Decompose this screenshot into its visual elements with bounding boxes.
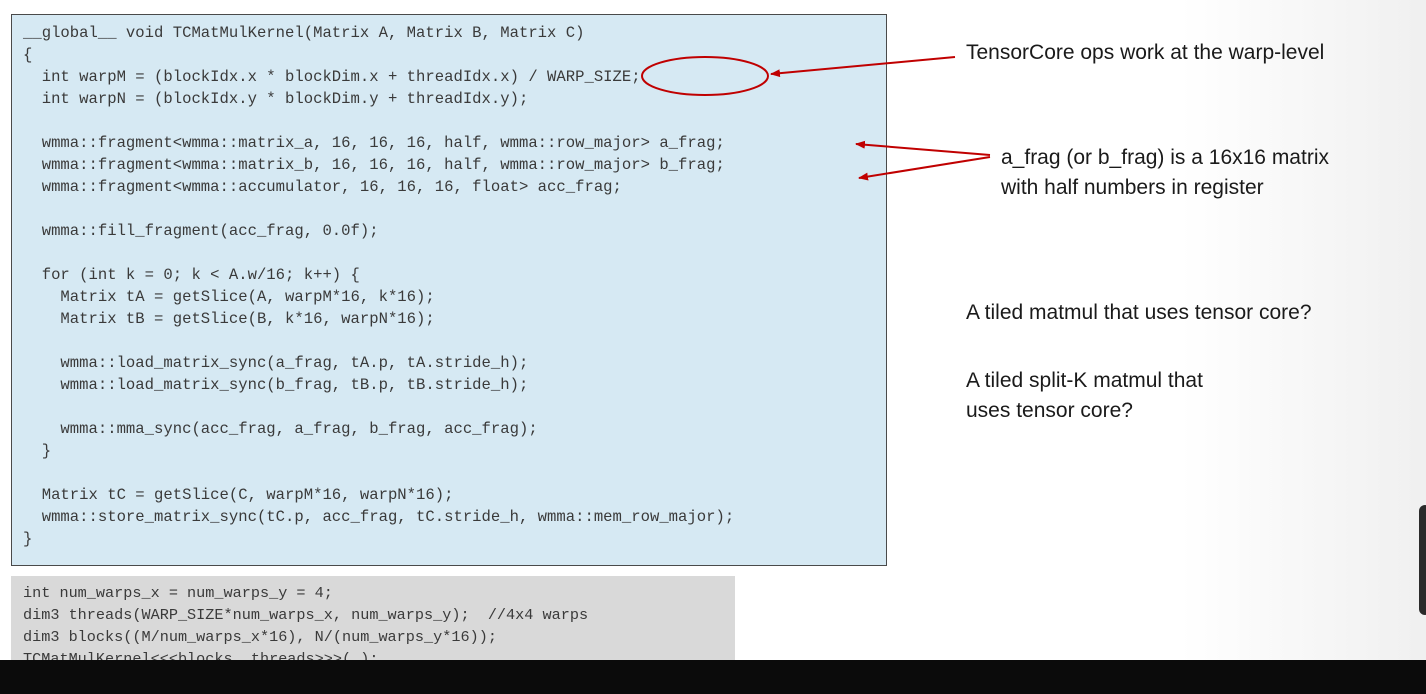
launch-code-text: int num_warps_x = num_warps_y = 4; dim3 … (23, 584, 589, 668)
question-split-k-matmul: A tiled split-K matmul that uses tensor … (966, 366, 1203, 426)
question-split-k-line-1: A tiled split-K matmul that (966, 369, 1203, 392)
fragment-annotation-line-2: with half numbers in register (1001, 176, 1264, 199)
kernel-code-text: __global__ void TCMatMulKernel(Matrix A,… (23, 24, 735, 548)
bottom-video-bar (0, 660, 1426, 694)
fragment-annotation-line-1: a_frag (or b_frag) is a 16x16 matrix (1001, 146, 1329, 169)
slide-edge-shading (1180, 0, 1426, 660)
warp-level-annotation: TensorCore ops work at the warp-level (966, 41, 1325, 64)
kernel-code-block: __global__ void TCMatMulKernel(Matrix A,… (11, 14, 887, 566)
question-tiled-matmul: A tiled matmul that uses tensor core? (966, 301, 1312, 324)
fragment-annotation: a_frag (or b_frag) is a 16x16 matrix wit… (1001, 143, 1329, 203)
question-split-k-line-2: uses tensor core? (966, 399, 1133, 422)
side-panel-handle[interactable] (1419, 505, 1426, 615)
